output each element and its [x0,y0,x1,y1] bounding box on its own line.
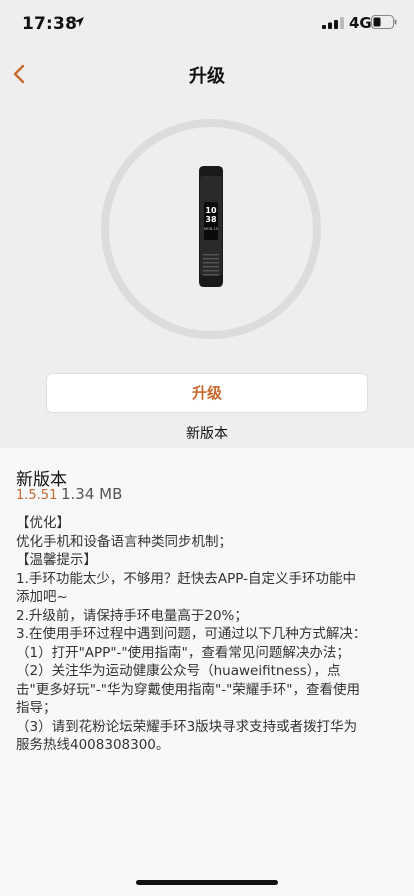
release-title: 新版本 [16,470,67,490]
notes-line: 指导； [16,700,57,716]
status-bar: 17:38 4G [0,0,414,48]
notes-line: 【温馨提示】 [16,552,97,568]
status-time: 17:38 [22,14,78,34]
new-version-caption: 新版本 [186,426,228,442]
band-time-hours: 10 [205,206,217,215]
battery-icon [371,15,397,29]
network-type: 4G [349,14,372,32]
notes-line: 优化手机和设备语言种类同步机制； [16,533,232,550]
notes-line: 2.升级前，请保持手环电量高于20%； [16,607,248,624]
band-device-image: 10 38 MON 10 [199,166,223,287]
notes-line: 【优化】 [16,515,70,531]
location-arrow-icon [74,17,84,27]
notes-line: 击"更多好玩"-"华为穿戴使用指南"-"荣耀手环"，查看使用 [16,681,360,698]
notes-line: （3）请到花粉论坛荣耀手环3版块寻求支持或者拨打华为 [16,718,358,735]
notes-line: 1.手环功能太少，不够用？赶快去APP-自定义手环功能中 [16,570,356,587]
page-title: 升级 [189,66,225,87]
notes-line: 添加吧~ [16,589,68,605]
release-version: 1.5.51 [16,488,58,503]
upgrade-button[interactable]: 升级 [46,373,368,413]
notes-line: 服务热线4008308300。 [16,737,170,753]
band-time-minutes: 38 [205,215,217,224]
band-date: MON 10 [204,227,219,231]
device-preview: 10 38 MON 10 [101,119,321,339]
notes-line: （1）打开"APP"-"使用指南"，查看常见问题解决办法； [16,644,350,661]
release-notes: 【优化】 优化手机和设备语言种类同步机制； 【温馨提示】 1.手环功能太少，不够… [16,514,408,755]
notes-line: 3.在使用手环过程中遇到问题，可通过以下几种方式解决： [16,626,367,642]
home-indicator[interactable] [136,880,278,885]
release-size: 1.34 MB [61,485,123,503]
nav-bar: 升级 [0,52,414,96]
signal-bars-icon [322,17,344,29]
notes-line: （2）关注华为运动健康公众号（huaweifitness），点 [16,663,341,679]
